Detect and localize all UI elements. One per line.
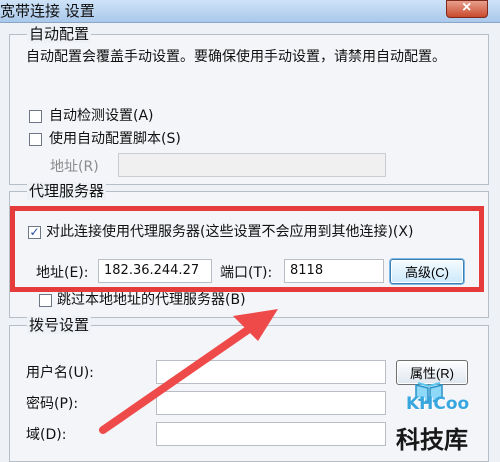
window-title: 宽带连接 设置 [0, 2, 95, 20]
use-proxy-label: 对此连接使用代理服务器(这些设置不会应用到其他连接)(X) [46, 224, 414, 240]
auto-config-section: 自动配置 自动配置会覆盖手动设置。要确保使用手动设置，请禁用自动配置。 自动检测… [9, 25, 489, 185]
dialup-properties-button[interactable]: 属性(R) [396, 360, 468, 385]
dialup-section: 拨号设置 用户名(U): 属性(R) 密码(P): 域(D): [9, 316, 489, 462]
auto-detect-checkbox[interactable] [29, 110, 42, 123]
dialup-title: 拨号设置 [27, 316, 92, 334]
dialup-password-input[interactable] [156, 391, 386, 415]
broadband-settings-window: 宽带连接 设置 × 自动配置 自动配置会覆盖手动设置。要确保使用手动设置，请禁用… [0, 0, 500, 462]
dialup-username-input[interactable] [156, 360, 386, 384]
proxy-port-label: 端口(T): [220, 265, 273, 281]
auto-config-address-label: 地址(R) [50, 159, 99, 175]
proxy-title: 代理服务器 [27, 182, 107, 200]
proxy-section: 代理服务器 ✓ 对此连接使用代理服务器(这些设置不会应用到其他连接)(X) 地址… [9, 182, 489, 318]
dialup-password-label: 密码(P): [26, 396, 79, 412]
close-icon: × [462, 0, 472, 16]
auto-detect-label: 自动检测设置(A) [49, 108, 154, 124]
bypass-local-label: 跳过本地地址的代理服务器(B) [57, 292, 246, 308]
auto-config-description: 自动配置会覆盖手动设置。要确保使用手动设置，请禁用自动配置。 [26, 49, 446, 65]
auto-config-script-label: 使用自动配置脚本(S) [49, 131, 181, 147]
close-button[interactable]: × [446, 0, 488, 18]
use-proxy-checkbox[interactable]: ✓ [28, 226, 41, 239]
auto-config-script-checkbox[interactable] [29, 133, 42, 146]
proxy-port-input[interactable]: 8118 [284, 259, 384, 283]
proxy-address-label: 地址(E): [36, 265, 89, 281]
advanced-button[interactable]: 高级(C) [390, 259, 464, 284]
dialup-username-label: 用户名(U): [26, 365, 94, 381]
title-bar: 宽带连接 设置 × [0, 0, 500, 23]
dialup-domain-input[interactable] [156, 422, 386, 446]
auto-config-address-field[interactable] [118, 153, 386, 177]
proxy-address-input[interactable]: 182.36.244.27 [98, 259, 212, 283]
auto-config-title: 自动配置 [27, 25, 92, 43]
dialup-domain-label: 域(D): [26, 427, 67, 443]
bypass-local-checkbox[interactable] [39, 294, 52, 307]
